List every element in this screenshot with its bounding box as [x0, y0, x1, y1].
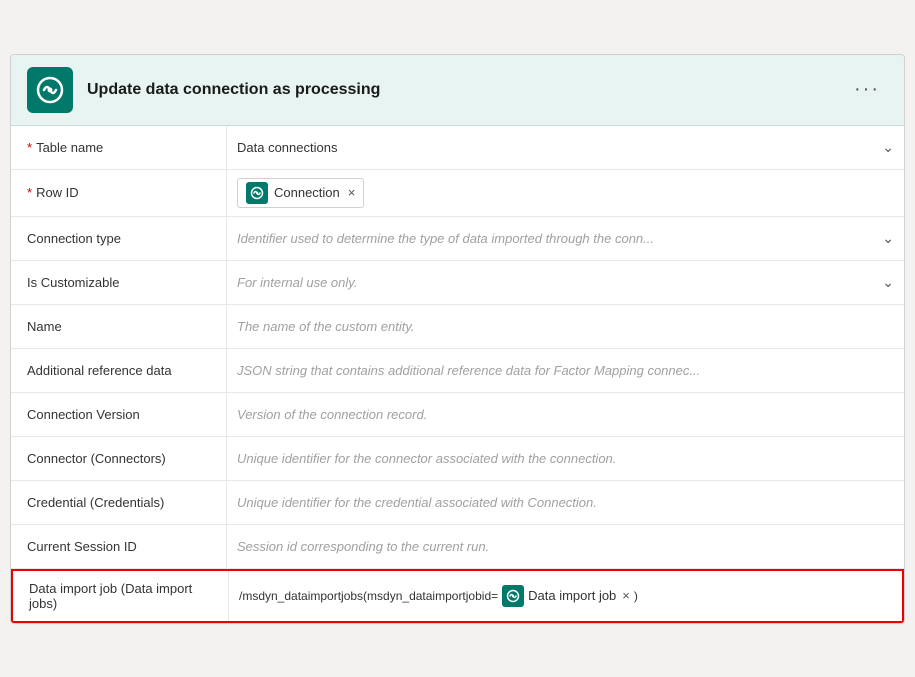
field-row-current-session-id: Current Session ID Session id correspondi…	[11, 525, 904, 569]
chevron-down-icon: ⌄	[882, 274, 894, 291]
field-label-credential: Credential (Credentials)	[11, 481, 226, 524]
field-value-is-customizable[interactable]: For internal use only. ⌄	[226, 261, 904, 304]
row-id-tag: Connection ×	[237, 178, 364, 208]
data-import-tag-icon	[502, 585, 524, 607]
field-value-connection-version[interactable]: Version of the connection record.	[226, 393, 904, 436]
chevron-down-icon: ⌄	[882, 230, 894, 247]
field-placeholder-current-session-id: Session id corresponding to the current …	[237, 539, 489, 554]
data-import-path-suffix: )	[634, 589, 638, 603]
field-label-connection-version: Connection Version	[11, 393, 226, 436]
field-placeholder-connector: Unique identifier for the connector asso…	[237, 451, 616, 466]
field-row-name: Name The name of the custom entity.	[11, 305, 904, 349]
dropdown-selected-value: Data connections	[237, 140, 337, 155]
field-label-row-id: * Row ID	[11, 170, 226, 216]
tag-close-button[interactable]: ×	[348, 185, 356, 200]
field-row-row-id: * Row ID Connection ×	[11, 170, 904, 217]
field-label-connector: Connector (Connectors)	[11, 437, 226, 480]
field-row-credential: Credential (Credentials) Unique identifie…	[11, 481, 904, 525]
field-value-current-session-id[interactable]: Session id corresponding to the current …	[226, 525, 904, 568]
header: Update data connection as processing ···	[11, 55, 904, 126]
field-row-additional-reference-data: Additional reference data JSON string tha…	[11, 349, 904, 393]
data-import-close-button[interactable]: ×	[622, 588, 630, 603]
dropdown-placeholder: For internal use only.	[237, 275, 357, 290]
field-label-connection-type: Connection type	[11, 217, 226, 260]
field-label-table-name: * Table name	[11, 126, 226, 169]
field-value-data-import-job[interactable]: /msdyn_dataimportjobs(msdyn_dataimportjo…	[228, 571, 902, 621]
field-label-name: Name	[11, 305, 226, 348]
header-title: Update data connection as processing	[87, 81, 846, 99]
required-marker: *	[27, 185, 32, 200]
field-value-table-name[interactable]: Data connections ⌄	[226, 126, 904, 169]
field-value-credential[interactable]: Unique identifier for the credential ass…	[226, 481, 904, 524]
field-value-connector[interactable]: Unique identifier for the connector asso…	[226, 437, 904, 480]
field-row-table-name: * Table name Data connections ⌄	[11, 126, 904, 170]
field-label-is-customizable: Is Customizable	[11, 261, 226, 304]
tag-label: Connection	[274, 185, 340, 200]
field-placeholder-connection-version: Version of the connection record.	[237, 407, 427, 422]
app-icon	[27, 67, 73, 113]
form-content: * Table nameData connections⌄* Row IDCon…	[11, 126, 904, 623]
chevron-down-icon: ⌄	[882, 139, 894, 156]
field-value-connection-type[interactable]: Identifier used to determine the type of…	[226, 217, 904, 260]
field-value-additional-reference-data[interactable]: JSON string that contains additional ref…	[226, 349, 904, 392]
required-marker: *	[27, 140, 32, 155]
field-label-current-session-id: Current Session ID	[11, 525, 226, 568]
data-import-path-prefix: /msdyn_dataimportjobs(msdyn_dataimportjo…	[239, 589, 498, 603]
field-row-data-import-job: Data import job (Data import jobs) /msdyn…	[11, 569, 904, 623]
header-menu-button[interactable]: ···	[846, 74, 888, 105]
field-placeholder-credential: Unique identifier for the credential ass…	[237, 495, 597, 510]
field-label-data-import-job: Data import job (Data import jobs)	[13, 571, 228, 621]
data-import-value-container: /msdyn_dataimportjobs(msdyn_dataimportjo…	[239, 585, 638, 607]
field-row-connection-version: Connection Version Version of the connect…	[11, 393, 904, 437]
field-placeholder-name: The name of the custom entity.	[237, 319, 415, 334]
field-row-connection-type: Connection type Identifier used to determ…	[11, 217, 904, 261]
field-placeholder-additional-reference-data: JSON string that contains additional ref…	[237, 363, 700, 378]
main-card: Update data connection as processing ···…	[10, 54, 905, 624]
dropdown-placeholder: Identifier used to determine the type of…	[237, 231, 654, 246]
data-import-tag-label: Data import job	[528, 588, 616, 603]
tag-icon	[246, 182, 268, 204]
field-value-row-id[interactable]: Connection ×	[226, 170, 904, 216]
field-row-is-customizable: Is Customizable For internal use only. ⌄	[11, 261, 904, 305]
field-value-name[interactable]: The name of the custom entity.	[226, 305, 904, 348]
field-label-additional-reference-data: Additional reference data	[11, 349, 226, 392]
field-row-connector: Connector (Connectors) Unique identifier …	[11, 437, 904, 481]
tag-container: Connection ×	[237, 178, 364, 208]
